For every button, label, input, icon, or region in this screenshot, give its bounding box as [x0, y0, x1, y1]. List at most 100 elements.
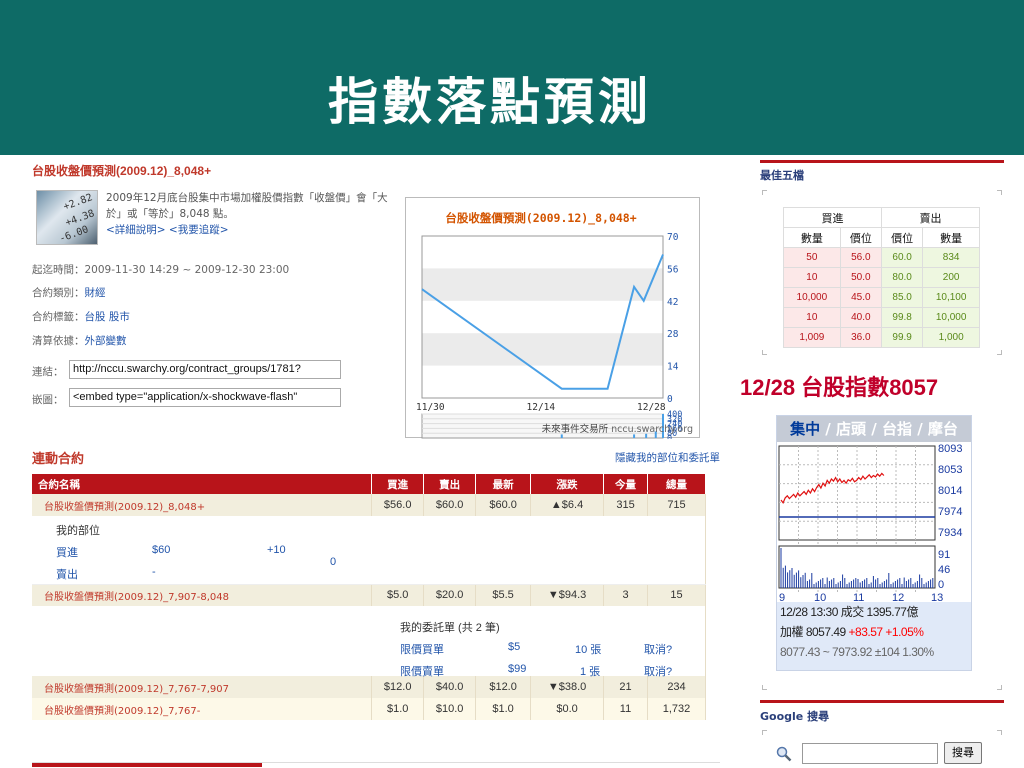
col-header: 價位: [839, 227, 882, 248]
index-range: 8077.43 ~ 7973.92 ±104 1.30%: [780, 645, 934, 659]
ask-qty: 1,000: [922, 327, 980, 348]
index-x-label: 10: [814, 592, 826, 602]
contract-thumbnail: +2.82 +4.38 -6.00: [36, 190, 98, 245]
index-y-label: 7934: [938, 527, 962, 539]
col-header[interactable]: 總量: [647, 474, 706, 494]
orders-title: 我的委託單 (共 2 筆): [400, 622, 500, 634]
category-label: 合約類別：: [32, 287, 85, 299]
best5-col-header: 數量 價位 價位 數量: [783, 227, 980, 248]
cancel-order-link[interactable]: 取消?: [644, 663, 672, 679]
panel-corner: [762, 350, 767, 355]
last-cell: $5.5: [475, 584, 532, 606]
cancel-order-link[interactable]: 取消?: [644, 641, 672, 657]
col-header[interactable]: 今量: [603, 474, 648, 494]
col-header[interactable]: 賣出: [423, 474, 477, 494]
tab-listed[interactable]: 集中: [790, 420, 820, 438]
embed-label: 嵌圖：: [32, 394, 64, 406]
chart-band: [422, 268, 663, 301]
index-y-label: 8093: [938, 443, 962, 455]
sell-cell: $40.0: [423, 676, 477, 698]
sell-cell: $20.0: [423, 584, 477, 606]
best5-side-header: 買進 賣出: [783, 207, 981, 228]
index-volume-frame: [778, 545, 936, 589]
contract-title[interactable]: 台股收盤價預測(2009.12)_8,048+: [32, 162, 211, 179]
col-header[interactable]: 買進: [371, 474, 425, 494]
embed-field[interactable]: <embed type="application/x-shockwave-fla…: [69, 388, 341, 407]
settle-link[interactable]: 外部變數: [85, 335, 127, 347]
best5-row: 10 50.0 80.0 200: [783, 267, 980, 288]
best5-row: 1,009 36.0 99.9 1,000: [783, 327, 980, 348]
bottom-tabbar: [32, 762, 720, 768]
buy-cell: $5.0: [371, 584, 425, 606]
col-header[interactable]: 最新: [475, 474, 532, 494]
detail-links[interactable]: <詳細說明> <我要追蹤>: [106, 222, 396, 238]
col-header[interactable]: 漲跌: [530, 474, 605, 494]
index-vol-label: 0: [938, 579, 944, 591]
tab-otc[interactable]: 店頭: [836, 420, 866, 438]
today-cell: 11: [603, 698, 648, 720]
ask-qty: 200: [922, 267, 980, 288]
today-cell: 21: [603, 676, 648, 698]
chart-band: [422, 333, 663, 366]
index-x-label: 13: [931, 592, 943, 602]
tags-link[interactable]: 台股 股市: [85, 311, 130, 323]
table-row[interactable]: 台股收盤價預測(2009.12)_7,767- $1.0 $10.0 $1.0 …: [32, 698, 706, 720]
ask-price: 99.9: [880, 327, 924, 348]
index-y-label: 8014: [938, 485, 962, 497]
bid-price: 45.0: [839, 287, 882, 308]
ask-qty: 10,000: [922, 307, 980, 328]
y-tick-label: 42: [667, 297, 678, 308]
index-vol-label: 46: [938, 564, 950, 576]
best5-row: 50 56.0 60.0 834: [783, 247, 980, 268]
panel-corner: [997, 190, 1002, 195]
best5-title: 最佳五檔: [760, 169, 804, 182]
today-cell: 315: [603, 494, 648, 516]
ask-qty: 10,100: [922, 287, 980, 308]
y-tick-label: 28: [667, 329, 679, 340]
table-row[interactable]: 台股收盤價預測(2009.12)_8,048+ $56.0 $60.0 $60.…: [32, 494, 706, 516]
x-tick-label: 12/14: [527, 402, 556, 413]
linked-section-title: 連動合約: [32, 452, 85, 467]
table-row[interactable]: 台股收盤價預測(2009.12)_7,767-7,907 $12.0 $40.0…: [32, 676, 706, 698]
today-cell: 3: [603, 584, 648, 606]
ask-price: 85.0: [880, 287, 924, 308]
orders-row: [32, 606, 706, 676]
col-header[interactable]: 合約名稱: [32, 474, 373, 494]
position-row: [32, 516, 706, 585]
index-change: +83.57 +1.05%: [848, 625, 924, 639]
ask-price: 99.8: [880, 307, 924, 328]
position-net: 0: [330, 556, 337, 568]
contract-name[interactable]: 台股收盤價預測(2009.12)_8,048+: [32, 494, 373, 516]
chart-source: 未來事件交易所 nccu.swarchy.org: [542, 421, 693, 435]
contract-description: 2009年12月底台股集中市場加權股價指數「收盤價」會「大於」或「等於」8,04…: [106, 190, 396, 238]
contract-name[interactable]: 台股收盤價預測(2009.12)_7,767-: [32, 698, 373, 720]
contract-name[interactable]: 台股收盤價預測(2009.12)_7,767-7,907: [32, 676, 373, 698]
y-tick-label: 14: [667, 362, 679, 373]
y-tick-label: 56: [667, 264, 679, 275]
buy-header: 買進: [783, 207, 882, 228]
panel-divider: [760, 160, 1004, 163]
change-cell: ▼$38.0: [530, 676, 605, 698]
contract-name[interactable]: 台股收盤價預測(2009.12)_7,907-8,048: [32, 584, 373, 606]
tab-msci[interactable]: 摩台: [928, 420, 958, 438]
total-cell: 234: [647, 676, 706, 698]
buy-cell: $56.0: [371, 494, 425, 516]
position-sell-label: 賣出: [56, 569, 78, 581]
linked-contracts-table: 合約名稱 買進 賣出 最新 漲跌 今量 總量 台股收盤價預測(2009.12)_…: [32, 474, 706, 720]
google-search-button[interactable]: 搜尋: [944, 742, 982, 764]
sell-cell: $60.0: [423, 494, 477, 516]
market-tabs: 集中 / 店頭 / 台指 / 摩台: [777, 416, 971, 442]
google-search-input[interactable]: [802, 743, 938, 764]
hide-positions-link[interactable]: 隱藏我的部位和委託單: [615, 450, 720, 465]
table-row[interactable]: 台股收盤價預測(2009.12)_7,907-8,048 $5.0 $20.0 …: [32, 584, 706, 606]
y-tick-label: 70: [667, 232, 679, 243]
bid-qty: 10: [783, 307, 841, 328]
total-cell: 1,732: [647, 698, 706, 720]
index-y-label: 7974: [938, 506, 962, 518]
tags-label: 合約標籤：: [32, 311, 85, 323]
link-field[interactable]: http://nccu.swarchy.org/contract_groups/…: [69, 360, 341, 379]
google-search-title: Google 搜尋: [760, 710, 830, 723]
tab-taifex[interactable]: 台指: [882, 420, 912, 438]
best5-row: 10 40.0 99.8 10,000: [783, 307, 980, 328]
category-link[interactable]: 財經: [85, 287, 106, 299]
